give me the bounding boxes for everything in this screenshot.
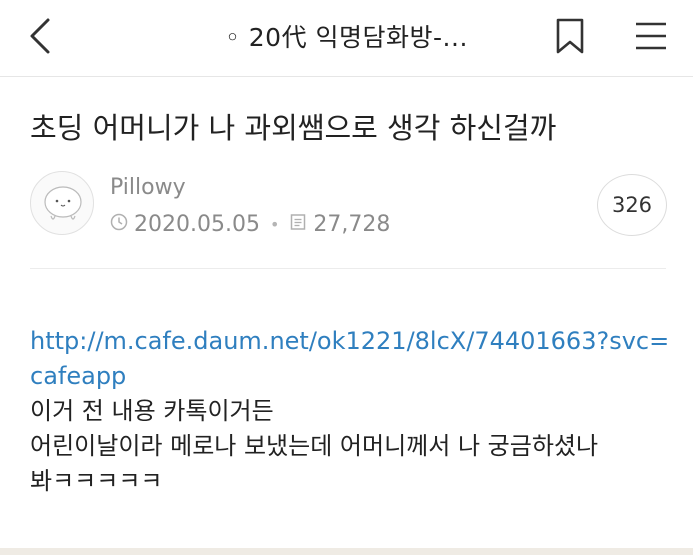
divider <box>30 268 666 269</box>
body-line: 봐ㅋㅋㅋㅋㅋ <box>30 467 163 495</box>
bottom-strip <box>0 548 693 555</box>
top-bar: ◦ 20代 익명담화방-... <box>0 0 693 77</box>
clock-icon <box>110 210 128 240</box>
cafe-title: ◦ 20代 익명담화방-... <box>225 23 468 52</box>
post-title: 초딩 어머니가 나 과외쌤으로 생각 하신걸까 <box>30 111 557 145</box>
bookmark-button[interactable] <box>552 14 588 58</box>
menu-button[interactable] <box>628 14 674 58</box>
post-body: http://m.cafe.daum.net/ok1221/8lcX/74401… <box>30 324 670 499</box>
author-name[interactable]: Pillowy <box>110 174 186 202</box>
comment-count-button[interactable]: 326 <box>597 174 667 236</box>
views-icon <box>289 210 307 240</box>
post-link[interactable]: http://m.cafe.daum.net/ok1221/8lcX/74401… <box>30 324 670 394</box>
chevron-left-icon <box>30 18 50 54</box>
pillow-avatar-icon <box>44 186 82 220</box>
body-line: 이거 전 내용 카톡이거든 <box>30 397 274 425</box>
post-date: 2020.05.05 <box>134 212 260 237</box>
hamburger-menu-icon <box>636 22 666 50</box>
meta-separator: • <box>269 215 280 234</box>
avatar[interactable] <box>30 171 94 235</box>
bookmark-icon <box>556 18 584 54</box>
post-meta: 2020.05.05 • 27,728 <box>110 210 390 240</box>
body-line: 어린이날이라 메로나 보냈는데 어머니께서 나 궁금하셨나 <box>30 432 599 460</box>
back-button[interactable] <box>20 14 64 58</box>
view-count: 27,728 <box>313 212 391 237</box>
